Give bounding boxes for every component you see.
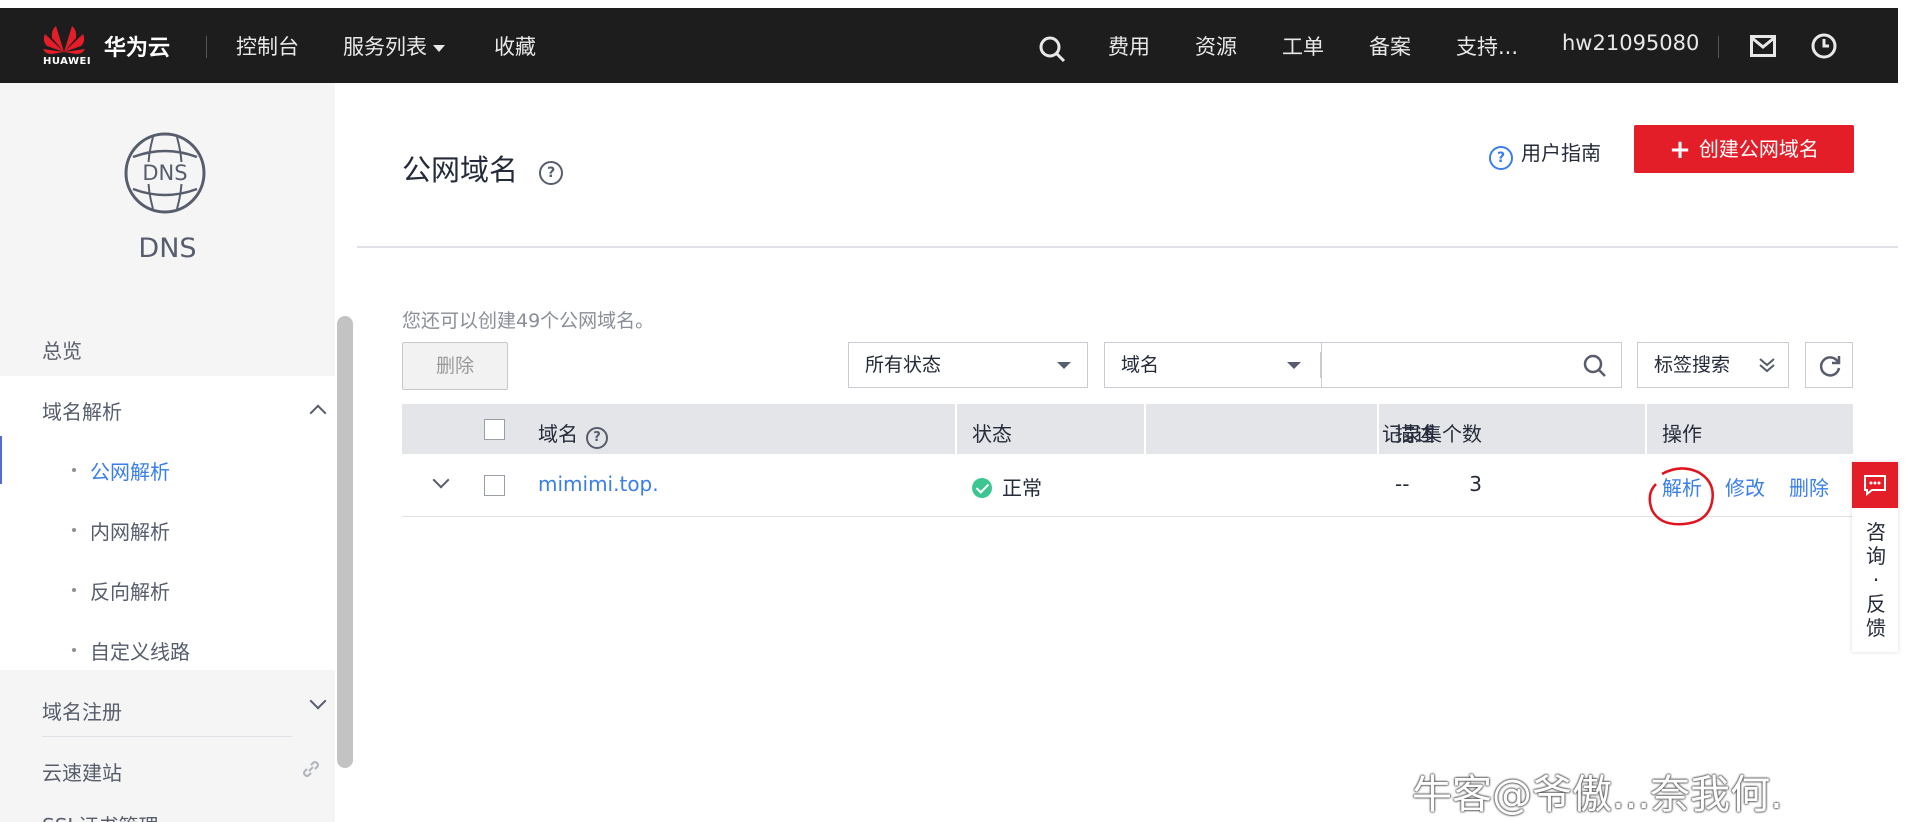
status-filter-value: 所有状态 xyxy=(865,354,942,376)
header-description: 描述 xyxy=(1395,422,1435,446)
sidebar-item-public-resolution[interactable]: 公网解析 xyxy=(90,456,170,485)
help-icon[interactable]: ? xyxy=(539,161,564,185)
annotation-circle xyxy=(1648,467,1714,526)
header-domain: 域名? xyxy=(538,418,608,449)
status-filter-select[interactable]: 所有状态 xyxy=(848,342,1088,388)
user-guide-label: 用户指南 xyxy=(1521,141,1601,165)
nav-service-list[interactable]: 服务列表 xyxy=(343,31,445,61)
domain-link[interactable]: mimimi.top. xyxy=(538,472,659,496)
consult-label: 咨询·反馈 xyxy=(1866,520,1886,640)
field-divider xyxy=(1320,352,1321,378)
nav-resources[interactable]: 资源 xyxy=(1195,31,1237,61)
search-field-select[interactable]: 域名 xyxy=(1104,342,1322,388)
dns-globe-icon: DNS xyxy=(124,132,206,214)
check-circle-icon xyxy=(972,478,992,498)
bullet-dot xyxy=(72,588,76,592)
table-header: 域名? 状态 记录集个数 描述 操作 xyxy=(402,404,1853,454)
tag-search-button[interactable]: 标签搜索 xyxy=(1637,342,1789,388)
sidebar-divider xyxy=(42,736,292,737)
column-divider[interactable] xyxy=(1645,404,1647,454)
nav-filing[interactable]: 备案 xyxy=(1369,31,1411,61)
header-actions: 操作 xyxy=(1662,422,1702,446)
tag-search-label: 标签搜索 xyxy=(1654,354,1731,376)
chevron-down-icon xyxy=(1287,362,1301,369)
nav-divider xyxy=(206,36,207,58)
refresh-button[interactable] xyxy=(1805,342,1853,388)
sidebar-item-ssl-cert[interactable]: SSL证书管理 xyxy=(42,810,159,822)
chevron-down-icon[interactable] xyxy=(309,692,327,710)
header-record-count: 记录集个数 xyxy=(1382,422,1482,446)
nav-console[interactable]: 控制台 xyxy=(236,31,299,61)
column-divider[interactable] xyxy=(1377,404,1379,454)
delete-button[interactable]: 删除 xyxy=(402,342,508,390)
modify-action-link[interactable]: 修改 xyxy=(1725,472,1765,501)
bullet-dot xyxy=(72,648,76,652)
table-row: mimimi.top. 正常 3 -- 解析 修改 删除 xyxy=(402,454,1853,517)
sidebar-item-domain-resolution[interactable]: 域名解析 xyxy=(42,396,122,425)
search-field-value: 域名 xyxy=(1121,354,1160,376)
record-count-cell: 3 xyxy=(1469,472,1482,496)
header-divider xyxy=(357,246,1898,248)
username[interactable]: hw21095080 xyxy=(1562,31,1699,55)
active-indicator xyxy=(0,436,2,484)
description-cell: -- xyxy=(1395,472,1410,496)
brand-name[interactable]: 华为云 xyxy=(104,30,170,62)
chat-icon xyxy=(1852,462,1898,508)
sidebar-item-domain-registration[interactable]: 域名注册 xyxy=(42,696,122,725)
page-title: 公网域名 ? xyxy=(402,147,564,189)
search-input[interactable] xyxy=(1322,342,1622,388)
select-all-checkbox[interactable] xyxy=(484,419,505,440)
nav-service-list-label: 服务列表 xyxy=(343,35,427,59)
column-divider[interactable] xyxy=(955,404,957,454)
watermark: 牛客@爷傲...奈我何. xyxy=(1412,772,1783,818)
row-checkbox[interactable] xyxy=(484,475,505,496)
refresh-icon xyxy=(1819,356,1841,377)
consult-feedback-widget[interactable]: 咨询·反馈 xyxy=(1852,462,1898,652)
sidebar-item-reverse-resolution[interactable]: 反向解析 xyxy=(90,576,170,605)
nav-divider xyxy=(1718,36,1719,58)
create-button-label: 创建公网域名 xyxy=(1698,137,1819,161)
external-link-icon xyxy=(303,761,319,777)
mail-icon[interactable] xyxy=(1750,35,1776,57)
quota-text: 您还可以创建49个公网域名。 xyxy=(402,310,655,332)
column-divider[interactable] xyxy=(1144,404,1146,454)
search-icon[interactable] xyxy=(1583,354,1607,378)
delete-action-link[interactable]: 删除 xyxy=(1789,472,1829,501)
sidebar-item-cloud-site[interactable]: 云速建站 xyxy=(42,757,122,786)
sidebar-item-custom-lines[interactable]: 自定义线路 xyxy=(90,636,190,665)
service-title: DNS xyxy=(138,233,197,264)
nav-tickets[interactable]: 工单 xyxy=(1282,31,1324,61)
bullet-dot xyxy=(72,528,76,532)
bullet-dot xyxy=(72,468,76,472)
create-public-domain-button[interactable]: + 创建公网域名 xyxy=(1634,125,1854,173)
expand-row-chevron-icon[interactable] xyxy=(432,471,450,489)
sidebar-item-overview[interactable]: 总览 xyxy=(42,335,82,364)
sidebar-item-private-resolution[interactable]: 内网解析 xyxy=(90,516,170,545)
status-cell: 正常 xyxy=(972,472,1042,501)
sidebar: DNS DNS 总览 域名解析 公网解析 内网解析 反向解析 自定义线路 域名注… xyxy=(0,83,335,822)
double-chevron-down-icon xyxy=(1759,358,1775,373)
dns-badge-text: DNS xyxy=(142,161,187,185)
header-domain-label: 域名 xyxy=(538,422,578,446)
nav-favorites[interactable]: 收藏 xyxy=(494,31,536,61)
chevron-down-icon xyxy=(433,44,445,52)
chevron-down-icon xyxy=(1057,362,1071,369)
page-title-text: 公网域名 xyxy=(402,153,519,187)
sidebar-scrollbar[interactable] xyxy=(337,316,353,768)
status-text: 正常 xyxy=(1002,476,1042,500)
clock-icon[interactable] xyxy=(1810,32,1838,60)
logo-text: HUAWEI xyxy=(43,56,92,67)
nav-billing[interactable]: 费用 xyxy=(1108,31,1150,61)
top-navbar: HUAWEI 华为云 控制台 服务列表 收藏 费用 资源 工单 备案 支持...… xyxy=(0,8,1898,83)
nav-support[interactable]: 支持... xyxy=(1456,31,1518,61)
user-guide-link[interactable]: ? 用户指南 xyxy=(1489,137,1601,170)
plus-icon: + xyxy=(1669,135,1691,165)
search-icon[interactable] xyxy=(1038,35,1066,63)
help-icon: ? xyxy=(1489,146,1513,170)
help-icon[interactable]: ? xyxy=(586,427,608,449)
header-status: 状态 xyxy=(972,422,1012,446)
